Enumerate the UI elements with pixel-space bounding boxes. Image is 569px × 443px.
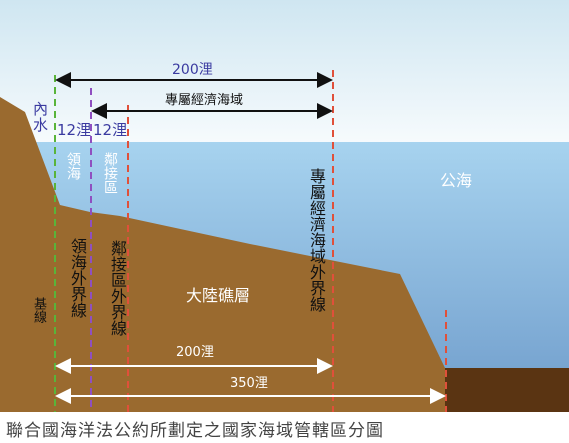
continental-shelf-label: 大陸礁層 [186,286,251,305]
label-12nm-contiguous: 12浬 [93,121,128,139]
label-350nm-bottom: 350浬 [230,376,268,391]
label-200nm-top: 200浬 [172,62,213,78]
maritime-zones-diagram: 內水 200浬 專屬經濟海域 12浬 12浬 領海 鄰接區 專屬經濟海域外界線 … [0,0,569,443]
contiguous-zone-label: 鄰接區 [102,152,118,194]
territorial-sea-label: 領海 [65,152,81,180]
high-seas-label: 公海 [440,171,473,190]
diagram-canvas [0,0,569,412]
eez-top-label: 專屬經濟海域 [165,93,244,108]
label-200nm-bottom: 200浬 [176,345,214,360]
internal-waters-label: 內水 [33,100,49,134]
deep-sea-floor [445,368,569,412]
eez-limit-label: 專屬經濟海域外界線 [307,168,326,312]
label-12nm-territorial: 12浬 [57,121,92,139]
contiguous-limit-label: 鄰接區外界線 [108,240,127,336]
baseline-label: 基線 [31,297,46,323]
figure-caption: 聯合國海洋法公約所劃定之國家海域管轄區分圖 [6,421,384,441]
territorial-limit-label: 領海外界線 [68,238,87,318]
